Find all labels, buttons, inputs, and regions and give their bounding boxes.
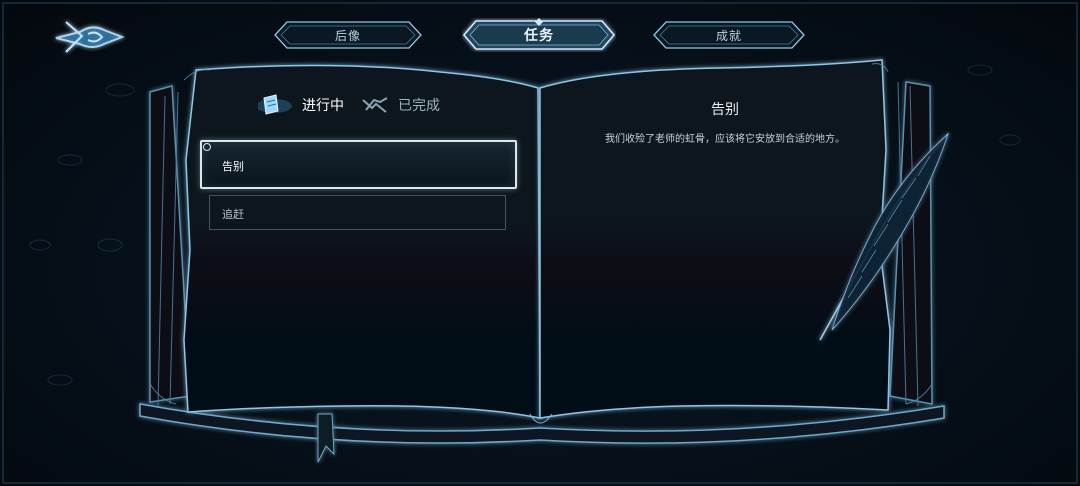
scroll-icon bbox=[258, 94, 292, 115]
filter-completed-label: 已完成 bbox=[398, 98, 440, 114]
tab-achievements-label: 成就 bbox=[715, 28, 742, 43]
filter-in-progress-label: 进行中 bbox=[302, 98, 344, 114]
game-logo-back-button[interactable] bbox=[52, 16, 126, 58]
quest-detail-description: 我们收殓了老师的虹骨，应该将它安放到合适的地方。 bbox=[605, 134, 845, 145]
quest-journal-screen: 后像 任务 成就 进行中 已完成 告别 追赶 告别 我们收殓了老师的虹骨，应该将… bbox=[0, 0, 1080, 486]
quest-name: 告别 bbox=[222, 160, 244, 173]
quest-name: 追赶 bbox=[222, 208, 244, 221]
filter-completed[interactable]: 已完成 bbox=[360, 92, 440, 118]
quest-detail-title: 告别 bbox=[711, 102, 739, 118]
tab-achievements[interactable]: 成就 bbox=[652, 18, 806, 52]
quest-list-item[interactable]: 追赶 bbox=[209, 195, 506, 230]
tab-afterimage[interactable]: 后像 bbox=[273, 18, 423, 52]
selection-corner-ornament bbox=[203, 143, 211, 151]
crest-icon bbox=[55, 21, 125, 53]
handshake-icon bbox=[362, 97, 388, 113]
tab-quests[interactable]: 任务 bbox=[462, 18, 616, 52]
tab-afterimage-label: 后像 bbox=[334, 28, 361, 43]
filter-in-progress[interactable]: 进行中 bbox=[258, 92, 344, 118]
quest-list-item-selected[interactable]: 告别 bbox=[200, 140, 517, 189]
tab-quests-label: 任务 bbox=[524, 28, 554, 44]
journal-book-illustration bbox=[2, 2, 1078, 484]
